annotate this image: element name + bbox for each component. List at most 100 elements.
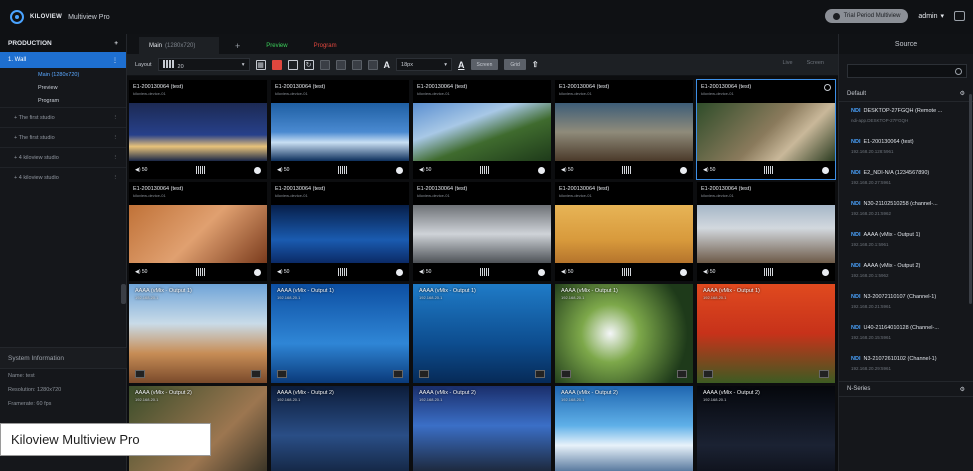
monitor-cell[interactable]: E1-200130064 (test) kiloview-device-01 ◀) … bbox=[271, 182, 409, 281]
source-item[interactable]: NDI N3-20072110107 (Channel-1) 192.168.20.… bbox=[839, 288, 973, 319]
tab-main[interactable]: Main (1280x720) bbox=[139, 37, 219, 54]
monitor-cell[interactable]: AAAA (vMix - Output 2) 192.168.20.1 bbox=[697, 386, 835, 471]
monitor-cell[interactable]: AAAA (vMix - Output 2) 192.168.20.1 bbox=[413, 386, 551, 471]
monitor-cell[interactable]: E1-200130064 (test) kiloview-device-01 ◀) … bbox=[696, 79, 836, 180]
sidebar-item-studio[interactable]: + 4 kiloview studio ⋮ bbox=[0, 147, 126, 167]
fullscreen-icon[interactable] bbox=[535, 370, 545, 378]
sidebar-item-wall[interactable]: 1. Wall ⋮ bbox=[0, 52, 126, 68]
sidebar-item-preview[interactable]: Preview bbox=[0, 81, 126, 94]
volume-indicator[interactable]: ◀) 50 bbox=[419, 269, 431, 275]
sidebar-collapse-handle[interactable] bbox=[121, 284, 126, 304]
source-item[interactable]: NDI U40-21164010128 (Channel-... 192.168.2… bbox=[839, 319, 973, 350]
volume-indicator[interactable]: ◀) 50 bbox=[419, 167, 431, 173]
monitor-cell[interactable]: AAAA (vMix - Output 2) 192.168.20.1 bbox=[555, 386, 693, 471]
volume-indicator[interactable]: ◀) 50 bbox=[703, 269, 715, 275]
sidebar-item-studio[interactable]: + The first studio ⋮ bbox=[0, 107, 126, 127]
upload-icon[interactable]: ⇧ bbox=[532, 60, 539, 69]
grid-view-icon[interactable]: ▦ bbox=[255, 59, 266, 70]
font-size-select[interactable]: 18px ▾ bbox=[396, 58, 453, 71]
tab-program[interactable]: Program bbox=[304, 37, 347, 54]
layout-select[interactable]: 20 ▾ bbox=[157, 58, 250, 71]
fullscreen-icon[interactable] bbox=[251, 370, 261, 378]
source-item[interactable]: NDI AAAA (vMix - Output 2) 192.168.20.1:59… bbox=[839, 257, 973, 288]
grid-toggle[interactable]: Grid bbox=[504, 59, 526, 70]
source-scrollbar[interactable] bbox=[969, 94, 972, 304]
monitor-cell[interactable]: E1-200130064 (test) kiloview-device-01 ◀) … bbox=[271, 80, 409, 179]
monitor-cell[interactable]: AAAA (vMix - Output 1) 192.168.20.1 bbox=[697, 284, 835, 383]
fullscreen-icon[interactable] bbox=[393, 370, 403, 378]
refresh-icon[interactable]: ↻ bbox=[303, 59, 314, 70]
monitor-cell[interactable]: E1-200130064 (test) kiloview-device-01 ◀) … bbox=[413, 182, 551, 281]
source-item[interactable]: NDI AAAA (vMix - Output 1) 192.168.20.1:59… bbox=[839, 226, 973, 257]
audio-meter-icon bbox=[479, 166, 490, 174]
monitor-cell[interactable]: AAAA (vMix - Output 1) 192.168.20.1 bbox=[413, 284, 551, 383]
more-icon[interactable]: ⋮ bbox=[112, 57, 118, 64]
source-item[interactable]: NDI E2_NDI-N/A (1234567890) 192.168.20.27:… bbox=[839, 164, 973, 195]
sidebar-item-studio[interactable]: + The first studio ⋮ bbox=[0, 127, 126, 147]
audio-icon[interactable] bbox=[135, 370, 145, 378]
more-icon[interactable]: ⋮ bbox=[113, 175, 119, 181]
source-item[interactable]: NDI DESKTOP-27FGQH (Remote ... ndi-app.DES… bbox=[839, 102, 973, 133]
source-item[interactable]: NDI N3-21072610102 (Channel-1) 192.168.20.… bbox=[839, 350, 973, 381]
screen-toggle[interactable]: Screen bbox=[470, 59, 499, 70]
monitor-cell[interactable]: AAAA (vMix - Output 1) 192.168.20.1 bbox=[271, 284, 409, 383]
sidebar-item-studio[interactable]: + 4 kiloview studio ⋮ bbox=[0, 167, 126, 187]
volume-indicator[interactable]: ◀) 50 bbox=[135, 167, 147, 173]
align-left-icon[interactable] bbox=[319, 59, 330, 70]
trial-period-button[interactable]: Trial Period Multiview bbox=[824, 9, 909, 23]
font-color-icon[interactable]: A bbox=[458, 60, 465, 70]
monitor-cell[interactable]: E1-200130064 (test) kiloview-device-01 ◀) … bbox=[697, 182, 835, 281]
align-right-icon[interactable] bbox=[351, 59, 362, 70]
volume-indicator[interactable]: ◀) 50 bbox=[561, 167, 573, 173]
monitor-cell[interactable]: AAAA (vMix - Output 1) 192.168.20.1 bbox=[129, 284, 267, 383]
fullscreen-icon[interactable] bbox=[819, 370, 829, 378]
source-name: NDI AAAA (vMix - Output 1) bbox=[851, 232, 921, 238]
cell-title: E1-200130064 (test) bbox=[417, 186, 468, 192]
more-icon[interactable]: ⋮ bbox=[113, 135, 119, 141]
studio-label: + The first studio bbox=[14, 114, 55, 121]
tab-preview[interactable]: Preview bbox=[256, 37, 297, 54]
monitor-cell[interactable]: AAAA (vMix - Output 2) 192.168.20.1 bbox=[271, 386, 409, 471]
add-tab-button[interactable]: + bbox=[225, 37, 250, 54]
source-item[interactable]: NDI E1-200130064 (test) 192.168.20.128:596… bbox=[839, 133, 973, 164]
align-justify-icon[interactable] bbox=[367, 59, 378, 70]
volume-indicator[interactable]: ◀) 50 bbox=[561, 269, 573, 275]
audio-icon[interactable] bbox=[561, 370, 571, 378]
video-feed bbox=[129, 103, 267, 161]
source-group-n-series[interactable]: N-Series ⚙ bbox=[839, 381, 973, 397]
save-as-icon[interactable] bbox=[287, 59, 298, 70]
sidebar-item-program[interactable]: Program bbox=[0, 94, 126, 107]
font-icon[interactable]: A bbox=[384, 60, 391, 70]
volume-indicator[interactable]: ◀) 50 bbox=[277, 269, 289, 275]
screen-select[interactable]: Screen bbox=[807, 60, 824, 66]
gear-icon[interactable]: ⚙ bbox=[960, 386, 965, 393]
audio-icon[interactable] bbox=[703, 370, 713, 378]
monitor-cell[interactable]: E1-200130064 (test) kiloview-device-01 ◀) … bbox=[129, 80, 267, 179]
live-toggle[interactable]: Live bbox=[782, 60, 792, 66]
monitor-cell[interactable]: E1-200130064 (test) kiloview-device-01 ◀) … bbox=[555, 182, 693, 281]
monitor-cell[interactable]: AAAA (vMix - Output 1) 192.168.20.1 bbox=[555, 284, 693, 383]
more-icon[interactable]: ⋮ bbox=[113, 115, 119, 121]
window-icon[interactable] bbox=[954, 11, 965, 21]
gear-icon[interactable]: ⚙ bbox=[960, 90, 965, 97]
add-icon[interactable]: + bbox=[114, 40, 118, 47]
monitor-cell[interactable]: E1-200130064 (test) kiloview-device-01 ◀) … bbox=[555, 80, 693, 179]
volume-indicator[interactable]: ◀) 50 bbox=[703, 167, 715, 173]
volume-indicator[interactable]: ◀) 50 bbox=[277, 167, 289, 173]
cell-footer: ◀) 50 bbox=[555, 161, 693, 179]
monitor-cell[interactable]: E1-200130064 (test) kiloview-device-01 ◀) … bbox=[129, 182, 267, 281]
align-center-icon[interactable] bbox=[335, 59, 346, 70]
fullscreen-icon[interactable] bbox=[677, 370, 687, 378]
close-icon[interactable] bbox=[824, 84, 831, 91]
audio-icon[interactable] bbox=[419, 370, 429, 378]
source-group-default[interactable]: Default ⚙ bbox=[839, 86, 973, 102]
source-search-input[interactable] bbox=[847, 64, 967, 78]
monitor-cell[interactable]: E1-200130064 (test) kiloview-device-01 ◀) … bbox=[413, 80, 551, 179]
save-icon[interactable] bbox=[271, 59, 282, 70]
volume-indicator[interactable]: ◀) 50 bbox=[135, 269, 147, 275]
user-menu[interactable]: admin ▾ bbox=[918, 12, 944, 21]
audio-icon[interactable] bbox=[277, 370, 287, 378]
sidebar-item-main[interactable]: Main (1280x720) bbox=[0, 68, 126, 81]
more-icon[interactable]: ⋮ bbox=[113, 155, 119, 161]
source-item[interactable]: NDI N30-21102510258 (channel-... 192.168.2… bbox=[839, 195, 973, 226]
